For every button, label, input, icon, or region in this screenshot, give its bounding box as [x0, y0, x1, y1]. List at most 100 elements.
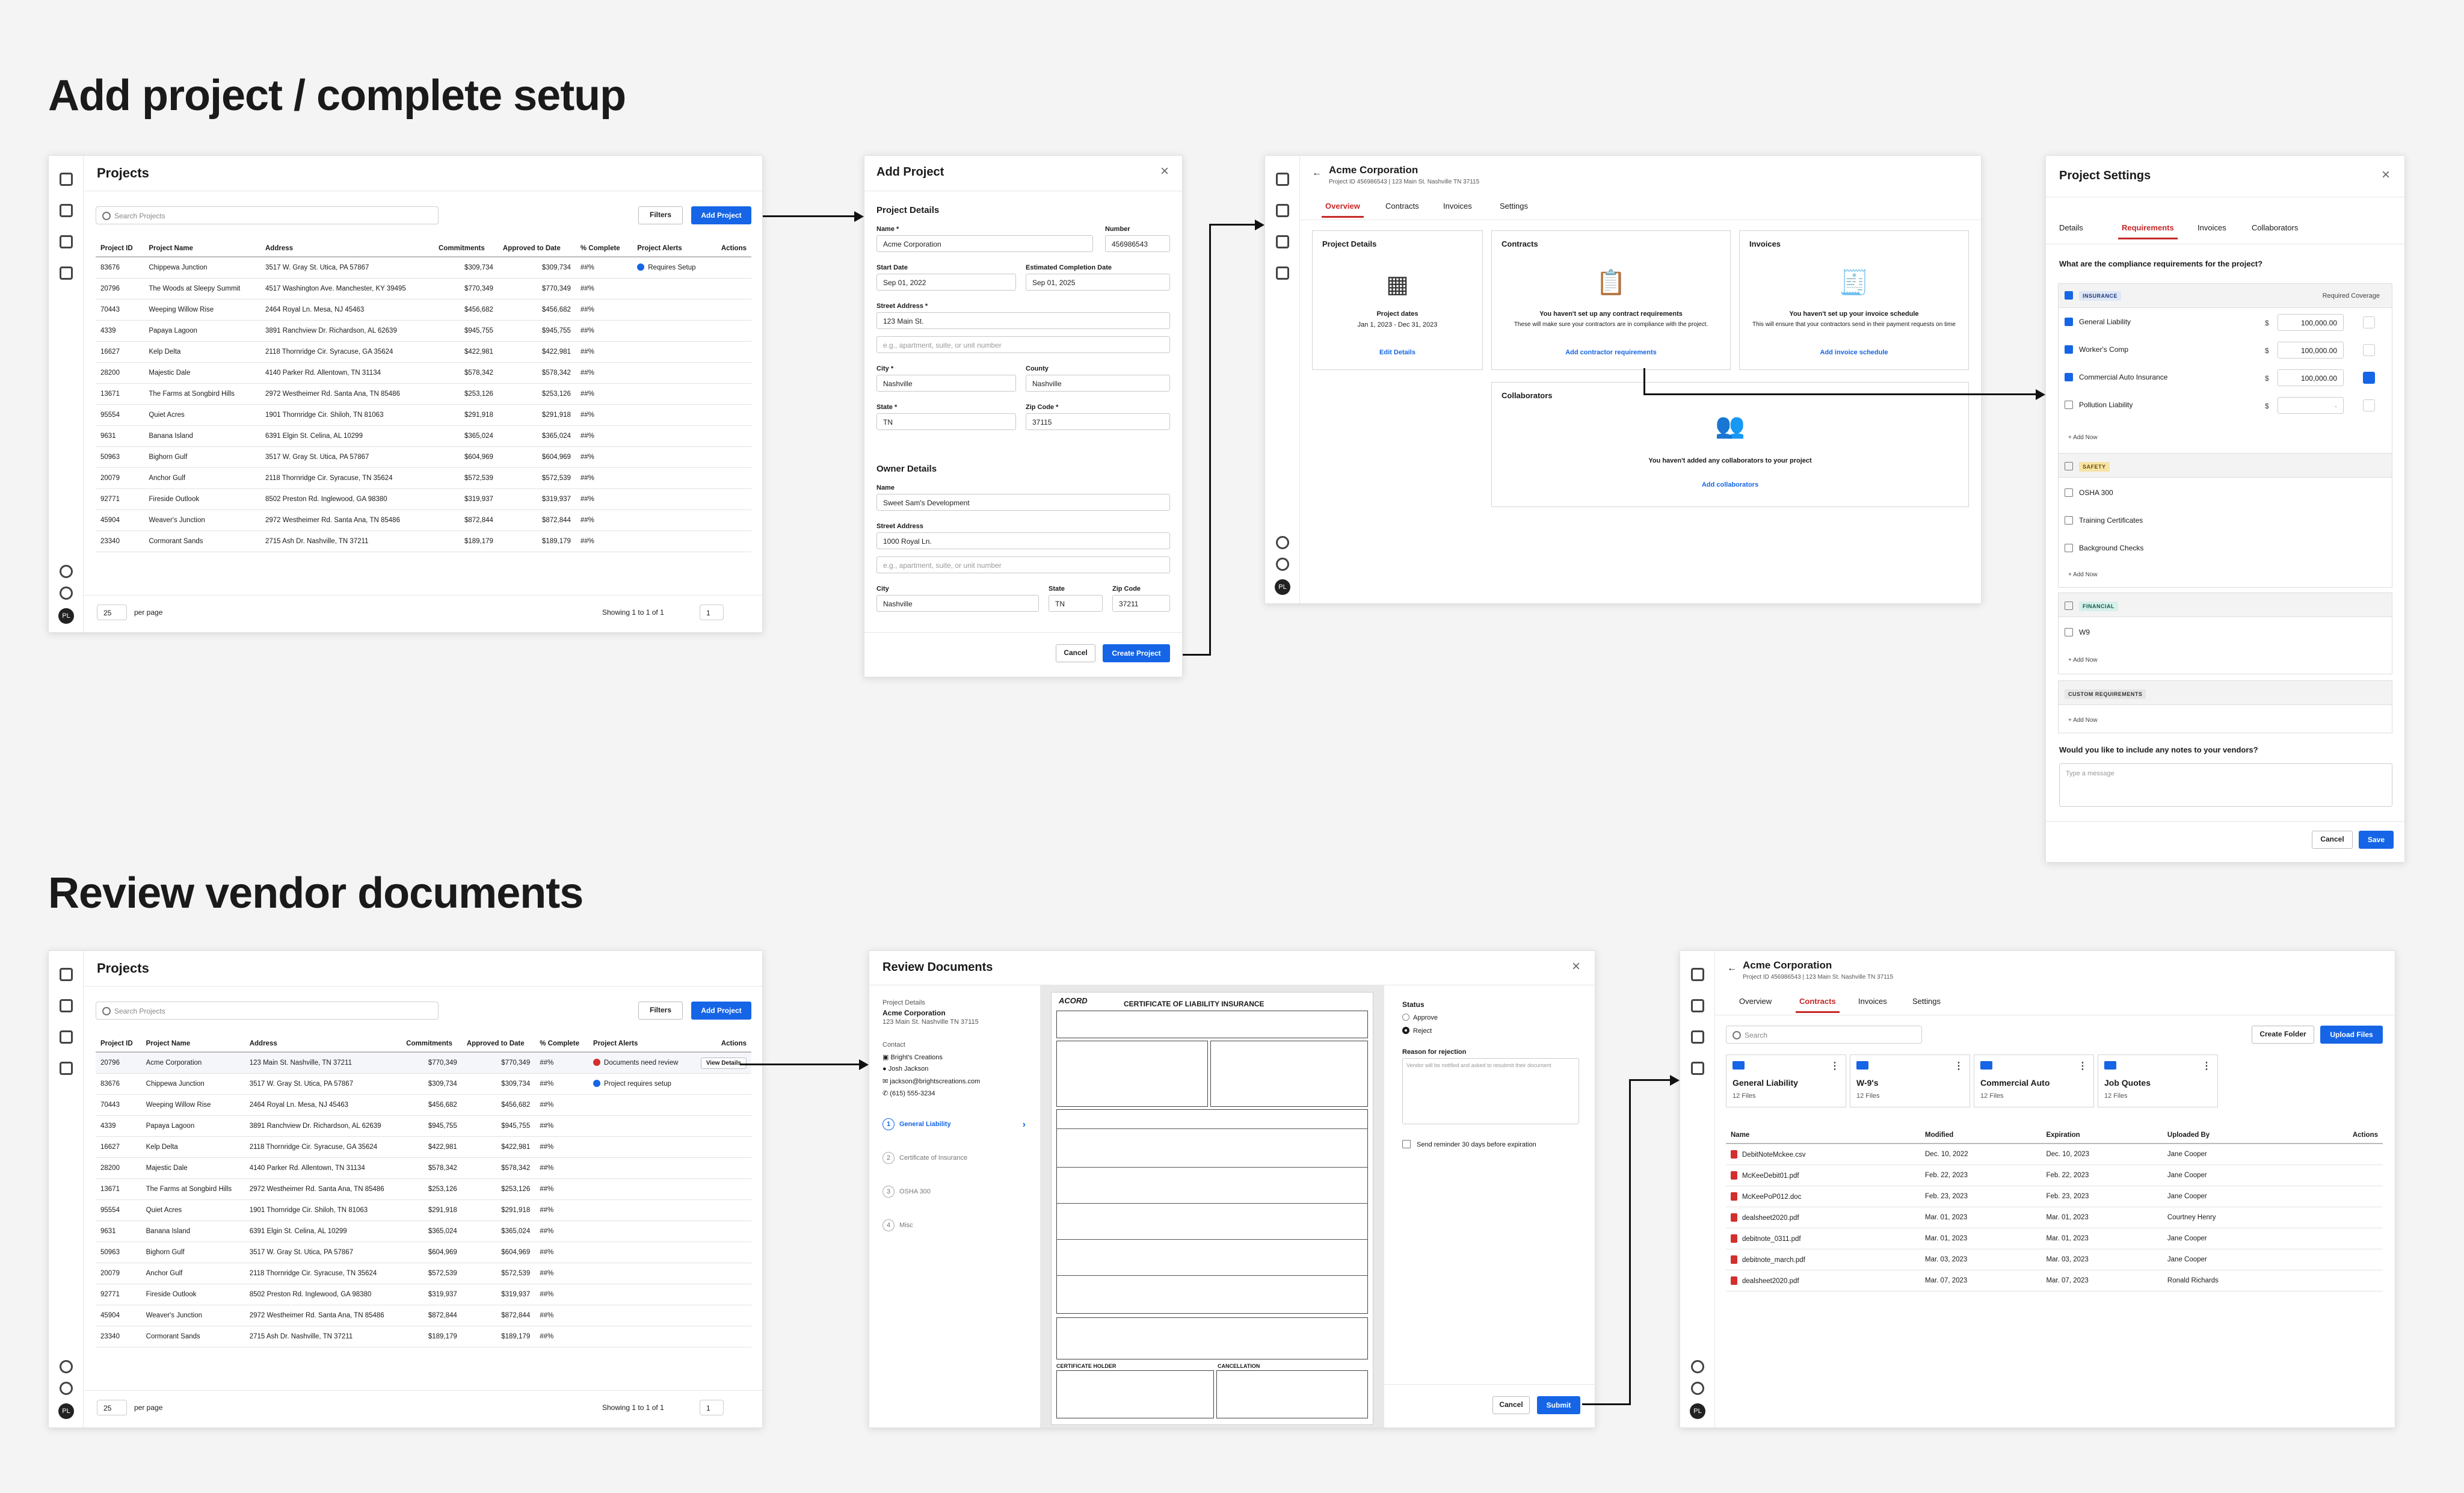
table-row[interactable]: 9631 Banana Island 6391 Elgin St. Celina, …: [96, 425, 751, 447]
row-checkbox[interactable]: [2065, 345, 2073, 354]
file-name[interactable]: debitnote_march.pdf: [1742, 1257, 1805, 1264]
owner-name-field[interactable]: Sweet Sam's Development: [876, 494, 1170, 511]
avatar[interactable]: PL: [1275, 579, 1290, 595]
coverage-input[interactable]: 100,000.00: [2265, 314, 2344, 331]
copy-icon[interactable]: [1276, 235, 1289, 248]
more-icon[interactable]: ⋮: [2078, 1060, 2087, 1072]
copy-icon[interactable]: [60, 235, 73, 248]
column-header[interactable]: Commitments: [401, 1035, 462, 1053]
table-row[interactable]: 20079 Anchor Gulf 2118 Thornridge Cir. Syr…: [96, 1263, 751, 1284]
search-input[interactable]: Search: [1726, 1026, 1922, 1044]
per-page-select[interactable]: 25: [97, 605, 127, 620]
contacts-icon[interactable]: [1276, 204, 1289, 217]
chart-icon[interactable]: [1691, 1062, 1704, 1075]
more-icon[interactable]: ⋮: [2202, 1060, 2211, 1072]
avatar[interactable]: PL: [58, 1403, 74, 1419]
contacts-icon[interactable]: [60, 999, 73, 1012]
column-header[interactable]: Address: [260, 240, 434, 257]
home-icon[interactable]: [1691, 968, 1704, 981]
note-icon[interactable]: [2363, 399, 2375, 411]
add-contractor-requirements-link[interactable]: Add contractor requirements: [1492, 349, 1730, 356]
table-row[interactable]: debitnote_march.pdf Mar. 03, 2023 Mar. 03,…: [1726, 1249, 2383, 1270]
add-now-link[interactable]: + Add Now: [2068, 434, 2098, 441]
more-icon[interactable]: ⋮: [1830, 1060, 1840, 1072]
reminder-checkbox[interactable]: [1402, 1140, 1411, 1148]
number-field[interactable]: 456986543: [1105, 235, 1170, 252]
column-header[interactable]: Project Alerts: [588, 1035, 691, 1053]
add-project-button[interactable]: Add Project: [691, 206, 751, 224]
cancel-button[interactable]: Cancel: [1056, 644, 1095, 662]
column-header[interactable]: Approved to Date: [461, 1035, 535, 1053]
step-osha[interactable]: 3 OSHA 300: [882, 1186, 931, 1198]
bell-icon[interactable]: [1276, 536, 1289, 549]
close-icon[interactable]: ×: [1572, 958, 1580, 975]
folder-card[interactable]: ⋮ Commercial Auto 12 Files: [1974, 1054, 2094, 1107]
column-header[interactable]: % Complete: [535, 1035, 589, 1053]
column-header[interactable]: Project ID: [96, 240, 144, 257]
file-name[interactable]: McKeePoP012.doc: [1742, 1193, 1801, 1201]
per-page-select[interactable]: 25: [97, 1400, 127, 1415]
table-row[interactable]: 13671 The Farms at Songbird Hills 2972 Wes…: [96, 1178, 751, 1200]
bell-icon[interactable]: [60, 565, 73, 578]
cancel-button[interactable]: Cancel: [1492, 1396, 1530, 1414]
column-header[interactable]: Actions: [691, 1035, 751, 1053]
column-header[interactable]: Project Name: [144, 240, 260, 257]
add-now-link[interactable]: + Add Now: [2068, 657, 2098, 663]
owner-street2-field[interactable]: e.g., apartment, suite, or unit number: [876, 556, 1170, 573]
table-row[interactable]: 50963 Bighorn Gulf 3517 W. Gray St. Utica,…: [96, 446, 751, 468]
cancel-button[interactable]: Cancel: [2312, 831, 2353, 849]
page-select[interactable]: 1: [700, 605, 724, 620]
copy-icon[interactable]: [60, 1030, 73, 1044]
tab-details[interactable]: Details: [2059, 223, 2083, 232]
step-misc[interactable]: 4 Misc: [882, 1219, 913, 1231]
coverage-input[interactable]: 100,000.00: [2265, 342, 2344, 359]
search-input[interactable]: Search Projects: [96, 1002, 439, 1020]
end-date-field[interactable]: Sep 01, 2025: [1026, 274, 1170, 291]
tab-invoices[interactable]: Invoices: [2198, 223, 2226, 232]
tab-contracts[interactable]: Contracts: [1796, 997, 1840, 1013]
home-icon[interactable]: [1276, 173, 1289, 186]
column-header[interactable]: Expiration: [2041, 1127, 2163, 1144]
column-header[interactable]: Approved to Date: [497, 240, 576, 257]
table-row[interactable]: 45904 Weaver's Junction 2972 Westheimer Rd…: [96, 1305, 751, 1326]
state-select[interactable]: TN: [876, 413, 1016, 430]
file-name[interactable]: DebitNoteMckee.csv: [1742, 1151, 1805, 1159]
start-date-field[interactable]: Sep 01, 2022: [876, 274, 1016, 291]
add-invoice-schedule-link[interactable]: Add invoice schedule: [1740, 349, 1968, 356]
file-name[interactable]: debitnote_0311.pdf: [1742, 1236, 1801, 1243]
table-row[interactable]: 20796 Acme Corporation 123 Main St. Nashvi…: [96, 1052, 751, 1074]
home-icon[interactable]: [60, 173, 73, 186]
insurance-checkbox[interactable]: [2065, 291, 2073, 300]
table-row[interactable]: 70443 Weeping Willow Rise 2464 Royal Ln. M…: [96, 1094, 751, 1116]
street2-field[interactable]: e.g., apartment, suite, or unit number: [876, 336, 1170, 353]
owner-zip-field[interactable]: 37211: [1112, 595, 1170, 612]
chart-icon[interactable]: [60, 1062, 73, 1075]
note-icon[interactable]: [2363, 372, 2375, 384]
avatar[interactable]: PL: [1690, 1403, 1705, 1419]
step-general-liability[interactable]: 1 General Liability ›: [882, 1118, 1028, 1140]
upload-files-button[interactable]: Upload Files: [2320, 1026, 2383, 1044]
file-name[interactable]: dealsheet2020.pdf: [1742, 1278, 1799, 1285]
county-field[interactable]: Nashville: [1026, 375, 1170, 392]
table-row[interactable]: 28200 Majestic Dale 4140 Parker Rd. Allent…: [96, 362, 751, 384]
column-header[interactable]: Actions: [2302, 1127, 2383, 1144]
filters-button[interactable]: Filters: [638, 206, 683, 224]
table-row[interactable]: dealsheet2020.pdf Mar. 07, 2023 Mar. 07, 2…: [1726, 1270, 2383, 1291]
reason-textarea[interactable]: Vendor will be notified and asked to res…: [1402, 1058, 1579, 1124]
table-row[interactable]: 4339 Papaya Lagoon 3891 Ranchview Dr. Rich…: [96, 320, 751, 342]
street-field[interactable]: 123 Main St.: [876, 312, 1170, 329]
safety-checkbox[interactable]: [2065, 462, 2073, 470]
table-row[interactable]: McKeeDebit01.pdf Feb. 22, 2023 Feb. 22, 20…: [1726, 1165, 2383, 1186]
column-header[interactable]: Address: [244, 1035, 402, 1053]
table-row[interactable]: 92771 Fireside Outlook 8502 Preston Rd. In…: [96, 488, 751, 510]
zip-field[interactable]: 37115: [1026, 413, 1170, 430]
row-checkbox[interactable]: [2065, 373, 2073, 381]
step-certificate[interactable]: 2 Certificate of Insurance: [882, 1152, 967, 1164]
column-header[interactable]: Name: [1726, 1127, 1920, 1144]
row-checkbox[interactable]: [2065, 488, 2073, 497]
table-row[interactable]: 45904 Weaver's Junction 2972 Westheimer Rd…: [96, 509, 751, 531]
city-field[interactable]: Nashville: [876, 375, 1016, 392]
contact-email[interactable]: jackson@brightscreations.com: [890, 1078, 980, 1085]
file-name[interactable]: McKeeDebit01.pdf: [1742, 1172, 1799, 1180]
add-collaborators-link[interactable]: Add collaborators: [1492, 481, 1968, 488]
